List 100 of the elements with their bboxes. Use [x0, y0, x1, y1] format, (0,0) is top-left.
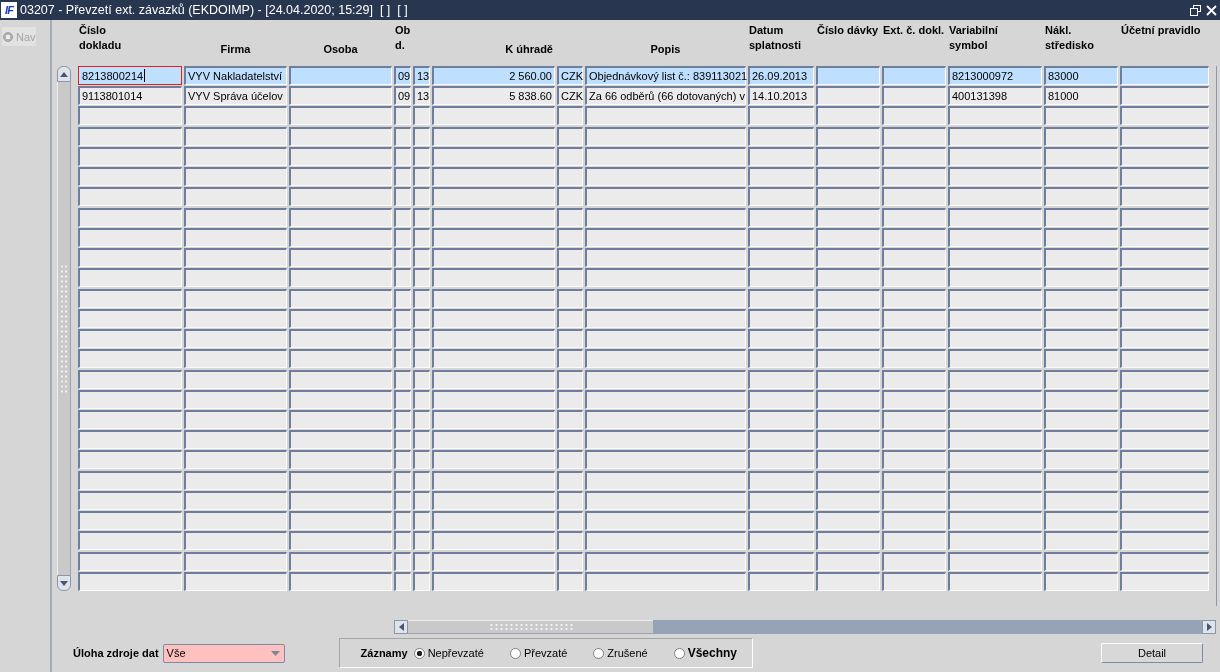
table-cell[interactable]: [948, 490, 1042, 510]
table-cell[interactable]: [413, 146, 430, 166]
table-cell[interactable]: [413, 207, 430, 227]
table-cell[interactable]: [413, 450, 430, 470]
table-cell[interactable]: [882, 511, 946, 531]
table-cell[interactable]: [816, 571, 880, 591]
table-cell[interactable]: [413, 531, 430, 551]
table-cell[interactable]: [585, 531, 746, 551]
table-cell[interactable]: [557, 248, 583, 268]
table-cell[interactable]: [1120, 470, 1209, 490]
table-cell[interactable]: [585, 146, 746, 166]
table-cell[interactable]: [432, 268, 555, 288]
table-cell[interactable]: [1120, 167, 1209, 187]
table-cell[interactable]: [748, 288, 814, 308]
table-cell[interactable]: [1044, 410, 1118, 429]
table-cell[interactable]: 13: [413, 66, 430, 85]
table-cell[interactable]: [78, 571, 182, 591]
table-cell[interactable]: [289, 207, 392, 227]
table-cell[interactable]: [394, 349, 411, 369]
table-cell[interactable]: [816, 531, 880, 551]
table-cell[interactable]: [1120, 410, 1209, 429]
scroll-up-button[interactable]: [57, 66, 71, 82]
table-cell[interactable]: [394, 490, 411, 510]
scroll-left-button[interactable]: [394, 620, 408, 634]
table-cell[interactable]: [1120, 490, 1209, 510]
table-cell[interactable]: [748, 126, 814, 146]
table-cell[interactable]: [394, 450, 411, 470]
table-cell[interactable]: [184, 349, 287, 369]
table-cell[interactable]: [289, 571, 392, 591]
table-cell[interactable]: [557, 490, 583, 510]
table-cell[interactable]: [557, 531, 583, 551]
table-cell[interactable]: [557, 369, 583, 389]
table-cell[interactable]: [413, 389, 430, 409]
table-cell[interactable]: [394, 551, 411, 571]
table-cell[interactable]: [184, 490, 287, 510]
table-cell[interactable]: [289, 389, 392, 409]
table-cell[interactable]: [1120, 268, 1209, 288]
table-cell[interactable]: [1120, 389, 1209, 409]
table-cell[interactable]: 8213000972: [948, 66, 1042, 85]
table-cell[interactable]: [557, 187, 583, 207]
table-cell[interactable]: [289, 430, 392, 450]
table-cell[interactable]: [432, 450, 555, 470]
table-cell[interactable]: [1120, 349, 1209, 369]
table-cell[interactable]: [432, 308, 555, 328]
table-cell[interactable]: [432, 430, 555, 450]
table-cell[interactable]: [413, 248, 430, 268]
table-cell[interactable]: [948, 470, 1042, 490]
table-cell[interactable]: [816, 450, 880, 470]
table-cell[interactable]: [1044, 167, 1118, 187]
table-cell[interactable]: [432, 207, 555, 227]
table-cell[interactable]: [289, 187, 392, 207]
table-cell[interactable]: [78, 430, 182, 450]
table-cell[interactable]: [585, 551, 746, 571]
table-cell[interactable]: [585, 490, 746, 510]
table-cell[interactable]: [882, 369, 946, 389]
table-cell[interactable]: [948, 187, 1042, 207]
table-cell[interactable]: [78, 288, 182, 308]
table-cell[interactable]: [585, 288, 746, 308]
table-cell[interactable]: [748, 308, 814, 328]
table-cell[interactable]: [184, 531, 287, 551]
table-cell[interactable]: [948, 126, 1042, 146]
table-cell[interactable]: [394, 369, 411, 389]
table-cell[interactable]: [557, 551, 583, 571]
table-cell[interactable]: [413, 187, 430, 207]
table-cell[interactable]: [816, 86, 880, 106]
table-cell[interactable]: [289, 86, 392, 106]
table-cell[interactable]: 09: [394, 86, 411, 106]
table-cell[interactable]: [289, 106, 392, 126]
table-cell[interactable]: [184, 410, 287, 429]
table-cell[interactable]: [78, 106, 182, 126]
table-cell[interactable]: [748, 430, 814, 450]
table-cell[interactable]: [78, 369, 182, 389]
table-cell[interactable]: [184, 126, 287, 146]
records-filter-radio[interactable]: Nepřevzaté: [413, 647, 484, 659]
table-cell[interactable]: [748, 531, 814, 551]
table-cell[interactable]: [748, 551, 814, 571]
scrollbar-thumb[interactable]: [57, 82, 71, 575]
table-cell[interactable]: [1120, 106, 1209, 126]
table-cell[interactable]: [184, 106, 287, 126]
table-cell[interactable]: [557, 349, 583, 369]
table-cell[interactable]: [184, 430, 287, 450]
table-cell[interactable]: [289, 126, 392, 146]
table-cell[interactable]: [413, 308, 430, 328]
table-cell[interactable]: [413, 126, 430, 146]
table-cell[interactable]: [78, 450, 182, 470]
table-cell[interactable]: 9113801014: [78, 86, 182, 106]
close-icon[interactable]: [1206, 4, 1217, 16]
table-cell[interactable]: 2 560.00: [432, 66, 555, 85]
table-cell[interactable]: [432, 410, 555, 429]
table-cell[interactable]: [289, 531, 392, 551]
table-cell[interactable]: [1044, 207, 1118, 227]
table-cell[interactable]: [184, 551, 287, 571]
table-cell[interactable]: [1044, 369, 1118, 389]
table-cell[interactable]: [1120, 86, 1209, 106]
table-cell[interactable]: [748, 268, 814, 288]
table-cell[interactable]: [748, 571, 814, 591]
table-cell[interactable]: [1044, 227, 1118, 247]
table-cell[interactable]: [816, 126, 880, 146]
table-cell[interactable]: [1120, 551, 1209, 571]
table-cell[interactable]: [413, 167, 430, 187]
